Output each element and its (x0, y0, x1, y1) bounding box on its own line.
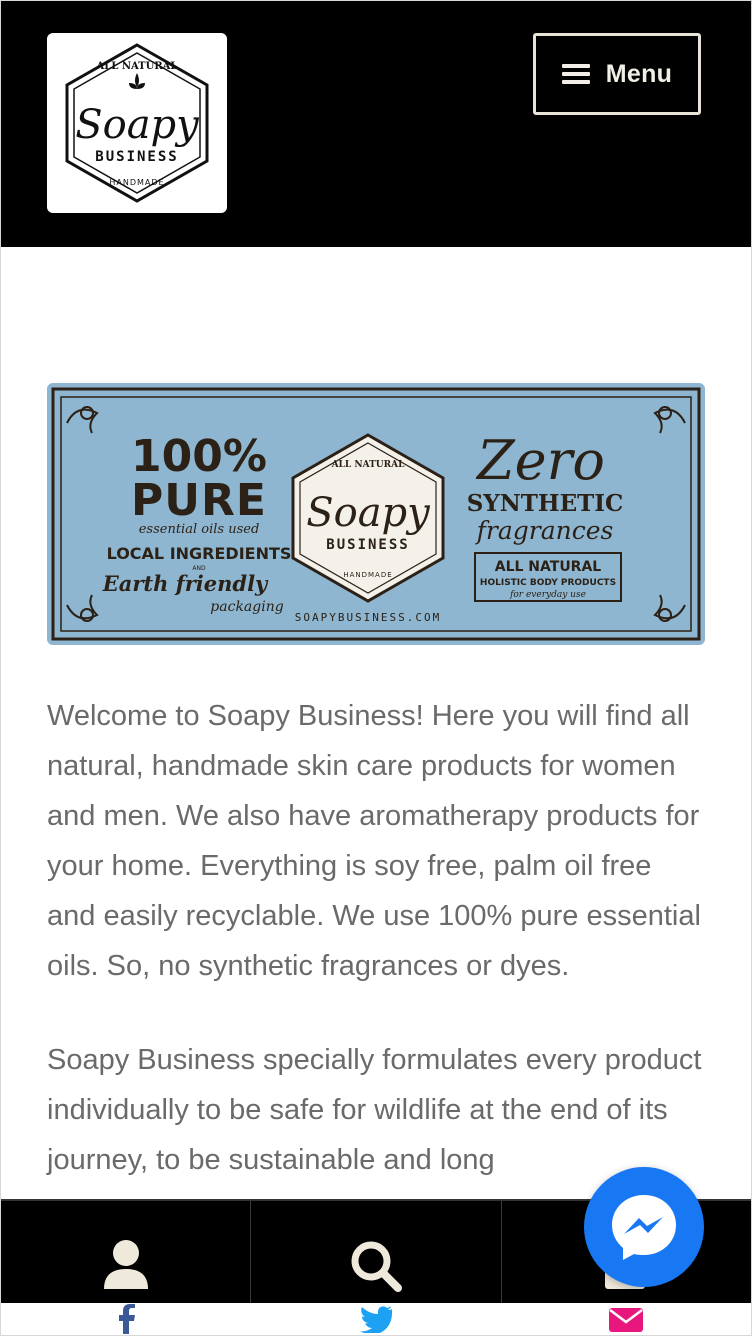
svg-text:Zero: Zero (475, 429, 605, 492)
svg-text:PURE: PURE (131, 475, 267, 526)
account-button[interactable] (1, 1201, 252, 1303)
svg-text:essential oils used: essential oils used (139, 522, 260, 537)
banner-graphic: 100% PURE essential oils used LOCAL INGR… (47, 383, 705, 645)
svg-text:ALL NATURAL: ALL NATURAL (96, 61, 178, 72)
menu-label: Menu (605, 59, 673, 88)
svg-text:ALL NATURAL: ALL NATURAL (331, 460, 405, 470)
svg-text:HANDMADE: HANDMADE (109, 178, 164, 187)
svg-text:BUSINESS: BUSINESS (326, 537, 409, 553)
menu-button[interactable]: Menu (533, 33, 701, 115)
svg-text:SYNTHETIC: SYNTHETIC (467, 490, 624, 517)
page: ALL NATURAL Soapy BUSINESS HANDMADE Menu (0, 0, 752, 1336)
site-logo[interactable]: ALL NATURAL Soapy BUSINESS HANDMADE (47, 33, 227, 213)
search-button[interactable] (251, 1201, 502, 1303)
svg-text:HANDMADE: HANDMADE (343, 571, 392, 579)
site-header: ALL NATURAL Soapy BUSINESS HANDMADE Menu (1, 1, 751, 247)
svg-text:Soapy: Soapy (75, 102, 200, 148)
svg-text:SOAPYBUSINESS.COM: SOAPYBUSINESS.COM (295, 611, 442, 624)
hamburger-icon (561, 64, 590, 84)
twitter-icon (360, 1306, 392, 1333)
facebook-share[interactable] (1, 1303, 251, 1335)
intro-paragraph-2: Soapy Business specially formulates ever… (47, 1044, 702, 1176)
svg-text:ALL NATURAL: ALL NATURAL (495, 559, 602, 575)
search-icon (351, 1241, 402, 1292)
twitter-share[interactable] (251, 1303, 501, 1335)
svg-text:BUSINESS: BUSINESS (95, 149, 178, 165)
email-icon (609, 1308, 643, 1332)
intro-content: Welcome to Soapy Business! Here you will… (47, 691, 707, 1229)
svg-text:Earth friendly: Earth friendly (102, 571, 269, 596)
facebook-icon (119, 1304, 135, 1334)
svg-text:HOLISTIC BODY PRODUCTS: HOLISTIC BODY PRODUCTS (480, 578, 616, 588)
share-bar (1, 1303, 751, 1335)
logo-emblem: ALL NATURAL Soapy BUSINESS HANDMADE (65, 43, 209, 203)
svg-text:for everyday use: for everyday use (509, 590, 586, 600)
account-icon (103, 1240, 148, 1289)
svg-text:packaging: packaging (210, 599, 283, 615)
svg-text:fragrances: fragrances (475, 516, 614, 545)
svg-text:Soapy: Soapy (306, 490, 431, 536)
intro-paragraph-1: Welcome to Soapy Business! Here you will… (47, 700, 701, 982)
email-share[interactable] (501, 1303, 751, 1335)
messenger-icon (612, 1195, 676, 1260)
svg-text:LOCAL INGREDIENTS: LOCAL INGREDIENTS (107, 544, 292, 563)
messenger-chat-button[interactable] (584, 1167, 704, 1287)
hero-banner: 100% PURE essential oils used LOCAL INGR… (47, 383, 705, 645)
